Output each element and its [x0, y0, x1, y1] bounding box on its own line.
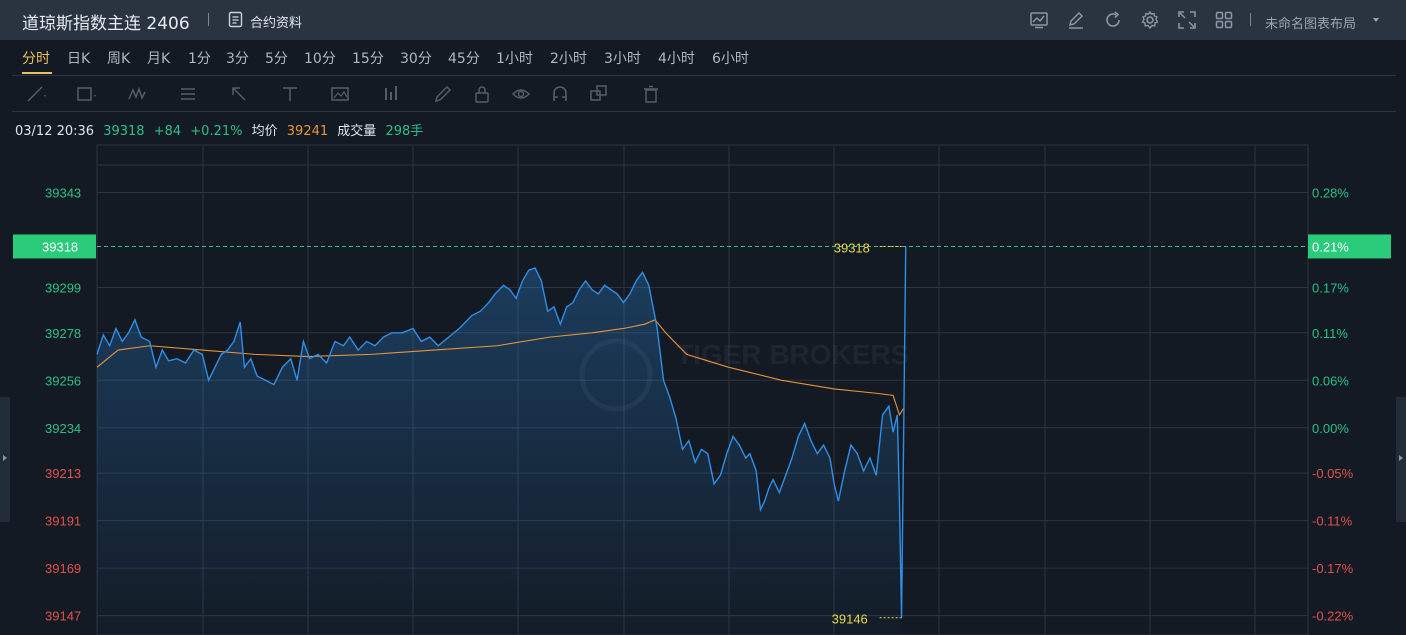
chart-icon[interactable]: [1029, 10, 1049, 30]
right-pct-axis: 0.28% 0.21% 0.17% 0.11% 0.06% 0.00% -0.05% -0.1…: [1308, 185, 1391, 624]
wave-tool-icon[interactable]: [127, 84, 149, 104]
tab-monthly[interactable]: 月K: [147, 48, 170, 68]
tab-1min[interactable]: 1分: [188, 48, 211, 68]
tab-45min[interactable]: 45分: [448, 48, 480, 68]
right-axis-label: -0.11%: [1312, 514, 1353, 529]
left-axis-label: 39299: [45, 280, 81, 295]
tab-15min[interactable]: 15分: [352, 48, 384, 68]
info-volume-label: 成交量: [337, 124, 377, 139]
divider: [12, 75, 1396, 76]
trash-icon[interactable]: [641, 84, 663, 104]
tab-3hour[interactable]: 3小时: [604, 48, 641, 68]
info-avg-value: 39241: [286, 124, 329, 139]
grid-layout-icon[interactable]: [1214, 10, 1234, 30]
tab-3min[interactable]: 3分: [226, 48, 249, 68]
price-area: [97, 268, 900, 635]
right-axis-label: -0.05%: [1312, 466, 1354, 481]
right-axis-label: 0.28%: [1312, 185, 1349, 200]
low-marker-label: 39146: [832, 612, 868, 627]
magnet-icon[interactable]: [550, 84, 572, 104]
right-axis-label: 0.11%: [1312, 326, 1348, 341]
line-tool-icon[interactable]: [25, 84, 47, 104]
document-icon[interactable]: [228, 11, 244, 28]
right-panel-handle[interactable]: [1396, 397, 1406, 522]
pencil-icon[interactable]: [433, 84, 455, 104]
tab-6hour[interactable]: 6小时: [712, 48, 749, 68]
right-axis-label: 0.21%: [1312, 239, 1349, 254]
left-axis-label: 39278: [45, 326, 81, 341]
divider: [12, 111, 1396, 112]
tab-4hour[interactable]: 4小时: [658, 48, 695, 68]
left-axis-label: 39318: [42, 239, 78, 254]
fullscreen-icon[interactable]: [1177, 10, 1197, 30]
image-tool-icon[interactable]: [330, 84, 352, 104]
tab-intraday[interactable]: 分时: [22, 48, 50, 68]
refresh-icon[interactable]: [1103, 10, 1123, 30]
arrow-tool-icon[interactable]: [229, 84, 251, 104]
contract-info-button[interactable]: 合约资料: [250, 12, 302, 31]
separator: [1250, 13, 1251, 26]
lock-icon[interactable]: [472, 84, 494, 104]
clone-icon[interactable]: [589, 84, 611, 104]
settings-icon[interactable]: [1140, 10, 1160, 30]
layout-selector[interactable]: 未命名图表布局: [1265, 13, 1356, 32]
top-bar: 道琼斯指数主连 2406 合约资料 未命名图表布局: [0, 0, 1406, 40]
intraday-chart[interactable]: TIGER BROKERS 39343393183929939278392563…: [0, 0, 1406, 635]
tab-weekly[interactable]: 周K: [107, 48, 130, 68]
info-change: +84: [153, 124, 182, 139]
info-datetime: 03/12 20:36: [15, 124, 95, 139]
left-axis-label: 39343: [45, 185, 81, 200]
left-panel-handle[interactable]: [0, 397, 10, 522]
info-volume-value: 298手: [385, 124, 424, 139]
left-axis-label: 39147: [45, 609, 81, 624]
right-axis-label: -0.17%: [1312, 561, 1354, 576]
watermark-text: TIGER BROKERS: [676, 339, 909, 370]
chevron-down-icon[interactable]: [1373, 18, 1379, 22]
left-axis-label: 39234: [45, 421, 81, 436]
left-axis-label: 39256: [45, 373, 81, 388]
high-marker-label: 39318: [834, 240, 870, 255]
separator: [208, 13, 209, 26]
fib-tool-icon[interactable]: [178, 84, 200, 104]
info-price: 39318: [103, 124, 145, 139]
left-axis-label: 39169: [45, 561, 81, 576]
active-tab-underline: [22, 72, 52, 74]
right-axis-label: -0.22%: [1312, 609, 1354, 624]
right-axis-label: 0.17%: [1312, 280, 1349, 295]
tab-5min[interactable]: 5分: [265, 48, 288, 68]
measure-tool-icon[interactable]: [381, 84, 403, 104]
right-axis-label: 0.00%: [1312, 421, 1349, 436]
timeframe-tabs: 分时 日K 周K 月K 1分 3分 5分 10分 15分 30分 45分 1小时…: [0, 40, 1396, 76]
tab-daily[interactable]: 日K: [67, 48, 90, 68]
info-avg-label: 均价: [251, 124, 278, 139]
rect-tool-icon[interactable]: [75, 84, 97, 104]
price-info-bar: 03/12 20:36 39318 +84 +0.21% 均价 39241 成交…: [15, 120, 428, 139]
info-change-pct: +0.21%: [190, 124, 243, 139]
draw-icon[interactable]: [1066, 10, 1086, 30]
instrument-title: 道琼斯指数主连 2406: [22, 14, 190, 34]
eye-icon[interactable]: [511, 84, 533, 104]
tab-30min[interactable]: 30分: [400, 48, 432, 68]
left-axis-label: 39191: [45, 514, 81, 529]
left-axis-label: 39213: [45, 466, 81, 481]
chevron-right-icon: [3, 455, 7, 461]
tab-2hour[interactable]: 2小时: [550, 48, 587, 68]
tab-1hour[interactable]: 1小时: [496, 48, 533, 68]
text-tool-icon[interactable]: [280, 84, 302, 104]
right-axis-label: 0.06%: [1312, 373, 1349, 388]
tab-10min[interactable]: 10分: [304, 48, 336, 68]
left-price-axis: 39343 39318 39299 39278 39256 39234 39213 39191…: [13, 185, 96, 624]
chevron-right-icon: [1399, 455, 1403, 461]
